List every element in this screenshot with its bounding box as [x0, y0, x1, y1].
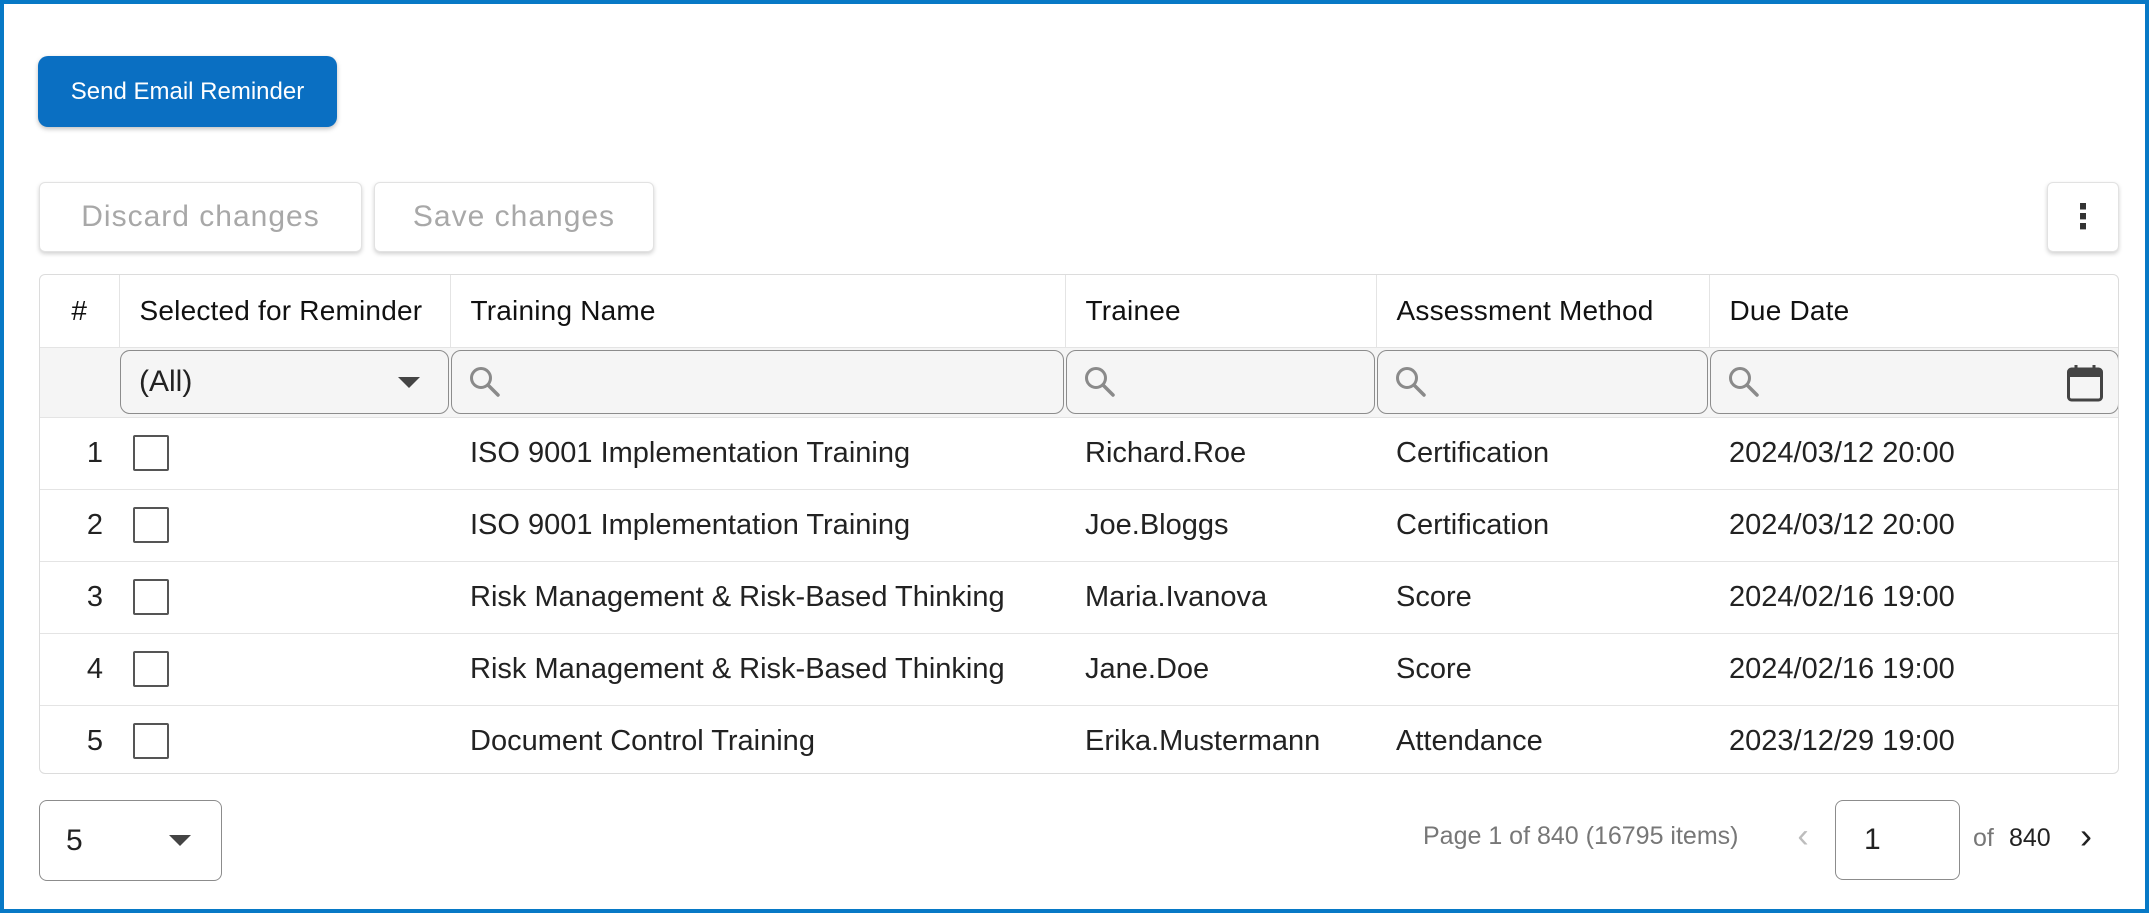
- due-date-filter-input[interactable]: [1710, 350, 2118, 414]
- trainee-cell: Erika.Mustermann: [1085, 724, 1321, 757]
- search-icon: [1085, 367, 1115, 397]
- column-header-assessment-method[interactable]: Assessment Method: [1376, 275, 1710, 347]
- current-page-input[interactable]: 1: [1835, 800, 1960, 880]
- assessment-method-cell: Score: [1376, 561, 1709, 634]
- table-row[interactable]: 5 Document Control Training Erika.Muster…: [40, 705, 2118, 773]
- selected-cell: [119, 489, 450, 562]
- of-label: of: [1973, 824, 1994, 852]
- due-date-cell: 2024/03/12 20:00: [1709, 489, 2118, 562]
- training-name-cell: ISO 9001 Implementation Training: [450, 489, 1065, 562]
- trainee-cell: Jane.Doe: [1065, 633, 1376, 706]
- assessment-method-cell: Certification: [1376, 489, 1709, 562]
- reminder-checkbox[interactable]: [133, 435, 169, 471]
- search-icon: [1729, 367, 1759, 397]
- due-date-cell: 2024/02/16 19:00: [1709, 561, 2118, 634]
- app-frame: Send Email Reminder Discard changes Save…: [0, 0, 2149, 913]
- training-name-cell: Risk Management & Risk-Based Thinking: [450, 561, 1065, 634]
- data-grid: # Selected for Reminder Training Name Tr…: [39, 274, 2119, 774]
- send-email-reminder-button[interactable]: Send Email Reminder: [38, 56, 337, 127]
- dropdown-arrow-icon: [398, 376, 420, 388]
- trainee-filter-input[interactable]: [1066, 350, 1375, 414]
- table-row[interactable]: 3 Risk Management & Risk-Based Thinking …: [40, 561, 2118, 634]
- training-name-cell: Risk Management & Risk-Based Thinking: [450, 633, 1065, 706]
- selected-cell: [119, 417, 450, 490]
- due-date-cell: 2023/12/29 19:00: [1729, 724, 1955, 757]
- more-options-button[interactable]: ⋮: [2047, 182, 2119, 252]
- column-header-trainee[interactable]: Trainee: [1065, 275, 1377, 347]
- row-number: 2: [40, 489, 119, 562]
- search-icon: [470, 367, 500, 397]
- row-number: 5: [86, 724, 103, 757]
- selected-cell: [119, 705, 450, 773]
- selected-filter-value: (All): [139, 365, 193, 398]
- column-header-training-name[interactable]: Training Name: [450, 275, 1066, 347]
- training-name-cell: ISO 9001 Implementation Training: [450, 417, 1065, 490]
- total-pages: 840: [2009, 824, 2051, 852]
- filter-cell-trainee: [1065, 346, 1376, 418]
- filter-cell-method: [1376, 346, 1709, 418]
- table-row[interactable]: 4 Risk Management & Risk-Based Thinking …: [40, 633, 2118, 706]
- next-page-icon[interactable]: ›: [2073, 815, 2099, 857]
- page-info-text: Page 1 of 840 (16795 items): [1423, 822, 1739, 850]
- assessment-method-filter-input[interactable]: [1377, 350, 1708, 414]
- column-header-selected[interactable]: Selected for Reminder: [119, 275, 451, 347]
- save-changes-button[interactable]: Save changes: [374, 182, 654, 252]
- filter-row: (All): [40, 346, 2118, 418]
- header-row: # Selected for Reminder Training Name Tr…: [40, 275, 2118, 347]
- filter-cell-training: [450, 346, 1065, 418]
- dropdown-arrow-icon: [169, 835, 191, 846]
- discard-changes-button[interactable]: Discard changes: [39, 182, 362, 252]
- training-name-cell: Document Control Training: [470, 724, 815, 757]
- filter-cell-num: [40, 346, 119, 418]
- row-number: 1: [40, 417, 119, 490]
- selected-filter-dropdown[interactable]: (All): [120, 350, 449, 414]
- selected-cell: [119, 633, 450, 706]
- page-size-dropdown[interactable]: 5: [39, 800, 222, 881]
- assessment-method-cell: Certification: [1376, 417, 1709, 490]
- reminder-checkbox[interactable]: [133, 579, 169, 615]
- row-number: 3: [40, 561, 119, 634]
- due-date-cell: 2024/02/16 19:00: [1709, 633, 2118, 706]
- page-size-value: 5: [66, 823, 83, 857]
- assessment-method-cell: Attendance: [1396, 724, 1543, 757]
- more-vertical-icon: ⋮: [2066, 198, 2100, 236]
- training-name-filter-input[interactable]: [451, 350, 1064, 414]
- trainee-cell: Joe.Bloggs: [1065, 489, 1376, 562]
- calendar-icon[interactable]: [2066, 363, 2104, 403]
- filter-cell-selected: (All): [119, 346, 450, 418]
- due-date-cell: 2024/03/12 20:00: [1709, 417, 2118, 490]
- search-icon: [1396, 367, 1426, 397]
- column-header-num[interactable]: #: [40, 275, 120, 347]
- table-row[interactable]: 1 ISO 9001 Implementation Training Richa…: [40, 417, 2118, 490]
- table-row[interactable]: 2 ISO 9001 Implementation Training Joe.B…: [40, 489, 2118, 562]
- grid-table: # Selected for Reminder Training Name Tr…: [40, 275, 2118, 773]
- reminder-checkbox[interactable]: [133, 651, 169, 687]
- row-number: 4: [40, 633, 119, 706]
- filter-cell-due: [1709, 346, 2118, 418]
- trainee-cell: Maria.Ivanova: [1065, 561, 1376, 634]
- reminder-checkbox[interactable]: [133, 507, 169, 543]
- reminder-checkbox[interactable]: [133, 723, 169, 760]
- previous-page-icon[interactable]: ‹: [1790, 817, 1816, 856]
- assessment-method-cell: Score: [1376, 633, 1709, 706]
- selected-cell: [119, 561, 450, 634]
- trainee-cell: Richard.Roe: [1065, 417, 1376, 490]
- column-header-due-date[interactable]: Due Date: [1709, 275, 2118, 347]
- current-page-value: 1: [1864, 823, 1881, 856]
